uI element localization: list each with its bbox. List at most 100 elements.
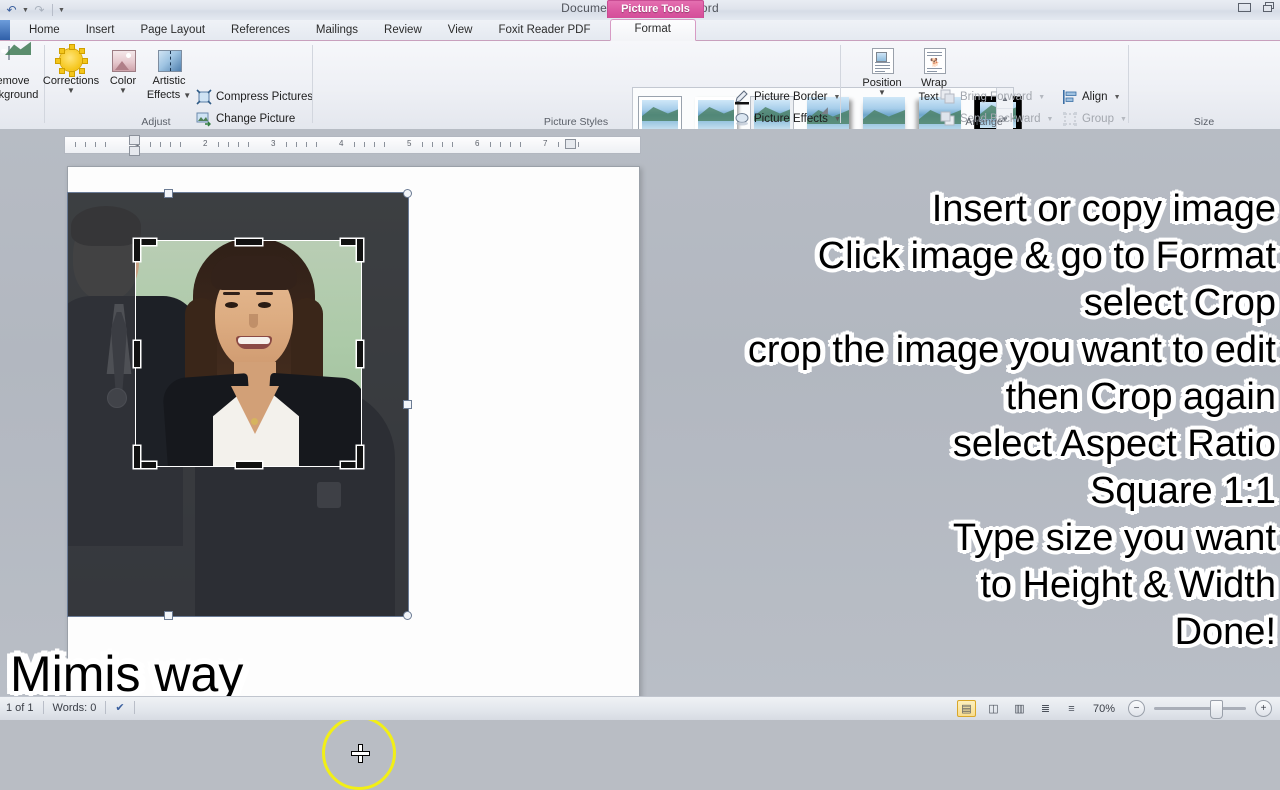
wrap-text-icon: 🐕 — [921, 47, 947, 75]
position-chevron-down-icon[interactable]: ▼ — [878, 89, 886, 97]
corrections-chevron-down-icon[interactable]: ▼ — [67, 87, 75, 95]
picture-border-button[interactable]: Picture Border ▼ — [734, 89, 840, 105]
zoom-out-button[interactable]: − — [1128, 700, 1145, 717]
tab-page-layout[interactable]: Page Layout — [127, 21, 218, 41]
picture-border-label: Picture Border — [754, 91, 828, 103]
zoom-level[interactable]: 70% — [1093, 703, 1115, 715]
tab-mailings[interactable]: Mailings — [303, 21, 371, 41]
print-layout-view-icon[interactable]: ▤ — [956, 700, 976, 717]
ruler-tick-6: 6 — [475, 139, 480, 148]
web-layout-view-icon[interactable]: ▥ — [1011, 701, 1028, 716]
instruction-line-9: to Height & Width — [980, 564, 1276, 606]
artistic-effects-chevron-down-icon[interactable]: ▼ — [183, 91, 191, 99]
instruction-line-8: Type size you want — [952, 517, 1276, 559]
selected-picture[interactable] — [67, 189, 412, 790]
tab-format[interactable]: Format — [609, 19, 696, 41]
instruction-line-1: Insert or copy image — [931, 188, 1276, 230]
ruler-tick-7: 7 — [543, 139, 548, 148]
bring-forward-button[interactable]: Bring Forward ▼ — [940, 89, 1045, 105]
full-screen-reading-view-icon[interactable]: ◫ — [985, 701, 1002, 716]
page-indicator[interactable]: 1 of 1 — [6, 702, 34, 714]
right-indent-marker[interactable] — [565, 139, 576, 149]
instruction-line-7: Square 1:1 — [1090, 470, 1276, 512]
group-label-arrange: Arrange — [965, 116, 1003, 128]
corrections-button[interactable]: Corrections ▼ — [42, 44, 100, 95]
compress-pictures-button[interactable]: Compress Pictures — [196, 89, 313, 105]
picture-styles-dialog-launcher[interactable]: ◢ — [821, 106, 830, 115]
window-controls[interactable] — [1238, 2, 1274, 12]
tab-references[interactable]: References — [218, 21, 303, 41]
bring-forward-icon — [940, 89, 956, 105]
signature-overlay: Mimis way — [10, 646, 244, 702]
instruction-line-10: Done! — [1174, 611, 1276, 653]
align-icon — [1062, 89, 1078, 105]
tab-review[interactable]: Review — [371, 21, 435, 41]
group-label-picture-styles: Picture Styles — [543, 116, 609, 128]
color-icon — [110, 47, 136, 73]
instruction-line-3: select Crop — [1083, 282, 1276, 324]
status-divider-1 — [42, 701, 44, 714]
align-chevron-down-icon[interactable]: ▼ — [1114, 94, 1121, 101]
instruction-line-6: select Aspect Ratio — [952, 423, 1276, 465]
ruler-tick-3: 3 — [271, 139, 276, 148]
minimize-button[interactable] — [1238, 2, 1251, 12]
tab-view[interactable]: View — [435, 21, 486, 41]
file-tab[interactable] — [0, 20, 10, 40]
bring-forward-label: Bring Forward — [960, 91, 1033, 103]
remove-background-button[interactable]: Remove Background — [0, 46, 40, 101]
compress-pictures-label: Compress Pictures — [216, 91, 314, 103]
left-indent-marker[interactable] — [129, 146, 140, 156]
move-cursor-icon — [352, 745, 369, 762]
status-divider-3 — [133, 701, 135, 714]
compress-pictures-icon — [196, 89, 212, 105]
tab-home[interactable]: Home — [16, 21, 73, 41]
outline-view-icon[interactable]: ≣ — [1037, 701, 1054, 716]
align-label: Align — [1082, 91, 1108, 103]
ruler-tick-2: 2 — [203, 139, 208, 148]
picture-crop-visible-region — [135, 240, 362, 467]
ribbon: Remove Background Corrections ▼ Color — [0, 41, 1280, 151]
bring-forward-chevron-down-icon[interactable]: ▼ — [1038, 94, 1045, 101]
first-line-indent-marker[interactable] — [129, 135, 140, 145]
wrap-text-label-line1: Wrap — [920, 77, 948, 89]
group-label-adjust: Adjust — [141, 116, 171, 128]
ribbon-group-size: Crop ▼ Height: 3.4" Width: 3.4" Size — [1128, 41, 1280, 129]
status-divider-2 — [105, 701, 107, 714]
artistic-effects-label-line2: Effects — [146, 89, 181, 101]
tab-insert[interactable]: Insert — [73, 21, 128, 41]
ribbon-tab-strip[interactable]: Home Insert Page Layout References Maili… — [0, 19, 1280, 41]
ribbon-group-picture-styles: ▲ ▼ ▼ Picture Border ▼ Picture Effects ▼… — [312, 41, 1022, 151]
horizontal-ruler[interactable]: 1 2 3 4 5 6 7 — [64, 135, 641, 156]
ruler-tick-5: 5 — [407, 139, 412, 148]
wrap-text-label-line2: Text — [918, 91, 939, 103]
ribbon-group-arrange: Position ▼ 🐕 Wrap Text ▼ Bring Forward — [840, 41, 1129, 150]
artistic-effects-label-line1: Artistic — [152, 75, 186, 87]
restore-button[interactable] — [1263, 2, 1274, 12]
ribbon-group-adjust: Remove Background Corrections ▼ Color — [0, 41, 313, 147]
remove-background-label-line2: Background — [0, 89, 39, 101]
picture-border-icon — [734, 89, 750, 105]
picture-tools-contextual-label: Picture Tools — [607, 0, 704, 18]
align-button[interactable]: Align ▼ — [1062, 89, 1121, 105]
remove-background-label-line1: Remove — [0, 75, 30, 87]
spellcheck-icon[interactable]: ✔ — [115, 701, 124, 714]
zoom-slider[interactable] — [1154, 700, 1246, 719]
corrections-icon — [55, 44, 88, 77]
instruction-line-4: crop the image you want to edit — [747, 329, 1276, 371]
position-icon — [869, 47, 895, 75]
instruction-overlay: Insert or copy image Click image & go to… — [676, 186, 1276, 656]
instruction-line-5: then Crop again — [1005, 376, 1276, 418]
instruction-line-2: Click image & go to Format — [817, 235, 1276, 277]
color-button[interactable]: Color ▼ — [103, 47, 143, 95]
group-label-size: Size — [1193, 116, 1215, 128]
status-bar[interactable]: 1 of 1 Words: 0 ✔ ▤ ◫ ▥ ≣ ≡ 70% − + — [0, 696, 1280, 720]
remove-background-icon — [0, 46, 22, 73]
zoom-in-button[interactable]: + — [1255, 700, 1272, 717]
tab-foxit-reader-pdf[interactable]: Foxit Reader PDF — [485, 21, 603, 41]
artistic-effects-button[interactable]: Artistic Effects ▼ — [142, 47, 196, 101]
zoom-slider-thumb[interactable] — [1210, 700, 1223, 719]
position-button[interactable]: Position ▼ — [854, 47, 910, 97]
draft-view-icon[interactable]: ≡ — [1063, 701, 1080, 716]
color-chevron-down-icon[interactable]: ▼ — [119, 87, 127, 95]
word-count[interactable]: Words: 0 — [53, 702, 97, 714]
